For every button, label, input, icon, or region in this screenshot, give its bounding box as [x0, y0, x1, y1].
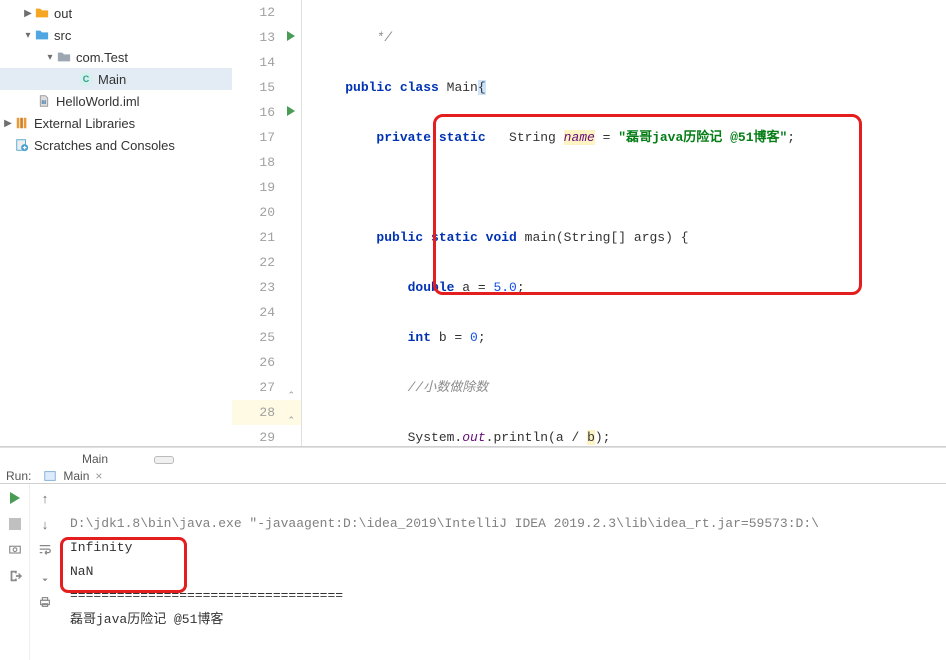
- scratches-icon: [14, 137, 30, 153]
- tree-label: src: [54, 28, 71, 43]
- project-tree[interactable]: ▶ out ▾ src ▾ com.Test C Main HelloWorld…: [0, 0, 232, 446]
- code-editor[interactable]: 12 13 14 15 16 17 18 19 20 21 22 23 24 2…: [232, 0, 946, 446]
- breadcrumb[interactable]: Main: [0, 447, 946, 469]
- chevron-right-icon: ▶: [22, 8, 34, 19]
- java-class-icon: C: [78, 71, 94, 87]
- tree-label: com.Test: [76, 50, 128, 65]
- tree-label: Scratches and Consoles: [34, 138, 175, 153]
- run-config-tab[interactable]: Main ×: [43, 469, 102, 483]
- rerun-icon[interactable]: [7, 490, 23, 506]
- run-header: Run: Main ×: [0, 469, 946, 484]
- chevron-right-icon: ▶: [2, 118, 14, 129]
- camera-icon[interactable]: [7, 542, 23, 558]
- run-toolbar-secondary: ↑ ↓: [30, 484, 60, 660]
- console-command: D:\jdk1.8\bin\java.exe "-javaagent:D:\id…: [70, 516, 819, 531]
- tree-label: External Libraries: [34, 116, 135, 131]
- console-line: NaN: [70, 564, 93, 579]
- tree-item-main[interactable]: C Main: [0, 68, 232, 90]
- iml-file-icon: [36, 93, 52, 109]
- folder-icon: [34, 27, 50, 43]
- tree-label: out: [54, 6, 72, 21]
- up-arrow-icon[interactable]: ↑: [37, 490, 53, 506]
- run-toolbar: [0, 484, 30, 660]
- tree-label: Main: [98, 72, 126, 87]
- scroll-to-end-icon[interactable]: [37, 568, 53, 584]
- console-output[interactable]: D:\jdk1.8\bin\java.exe "-javaagent:D:\id…: [60, 484, 946, 660]
- breadcrumb-item[interactable]: Main: [82, 452, 108, 466]
- tree-item-src[interactable]: ▾ src: [0, 24, 232, 46]
- soft-wrap-icon[interactable]: [37, 542, 53, 558]
- close-icon[interactable]: ×: [95, 469, 102, 483]
- package-icon: [56, 49, 72, 65]
- run-gutter-icon[interactable]: [287, 31, 295, 41]
- chevron-down-icon: ▾: [44, 52, 56, 63]
- stop-icon[interactable]: [7, 516, 23, 532]
- down-arrow-icon[interactable]: ↓: [37, 516, 53, 532]
- run-gutter-icon[interactable]: [287, 106, 295, 116]
- tree-label: HelloWorld.iml: [56, 94, 140, 109]
- tree-item-scratches[interactable]: Scratches and Consoles: [0, 134, 232, 156]
- split-handle-icon[interactable]: [154, 456, 174, 464]
- tree-item-comtest[interactable]: ▾ com.Test: [0, 46, 232, 68]
- print-icon[interactable]: [37, 594, 53, 610]
- tree-item-iml[interactable]: HelloWorld.iml: [0, 90, 232, 112]
- run-title: Run:: [6, 469, 31, 483]
- run-tool-window: Run: Main × ↑ ↓ D:\jdk1.8\bin\java.exe "…: [0, 469, 946, 644]
- chevron-down-icon: ▾: [22, 30, 34, 41]
- folder-icon: [34, 5, 50, 21]
- run-config-icon: [43, 469, 57, 483]
- library-icon: [14, 115, 30, 131]
- tree-item-external-libraries[interactable]: ▶ External Libraries: [0, 112, 232, 134]
- console-line: 磊哥java历险记 @51博客: [70, 612, 223, 627]
- console-line: ===================================: [70, 588, 343, 603]
- editor-gutter: 12 13 14 15 16 17 18 19 20 21 22 23 24 2…: [232, 0, 302, 446]
- code-area[interactable]: */ public class Main{ private static Str…: [302, 0, 946, 446]
- exit-icon[interactable]: [7, 568, 23, 584]
- tree-item-out[interactable]: ▶ out: [0, 2, 232, 24]
- console-line: Infinity: [70, 540, 132, 555]
